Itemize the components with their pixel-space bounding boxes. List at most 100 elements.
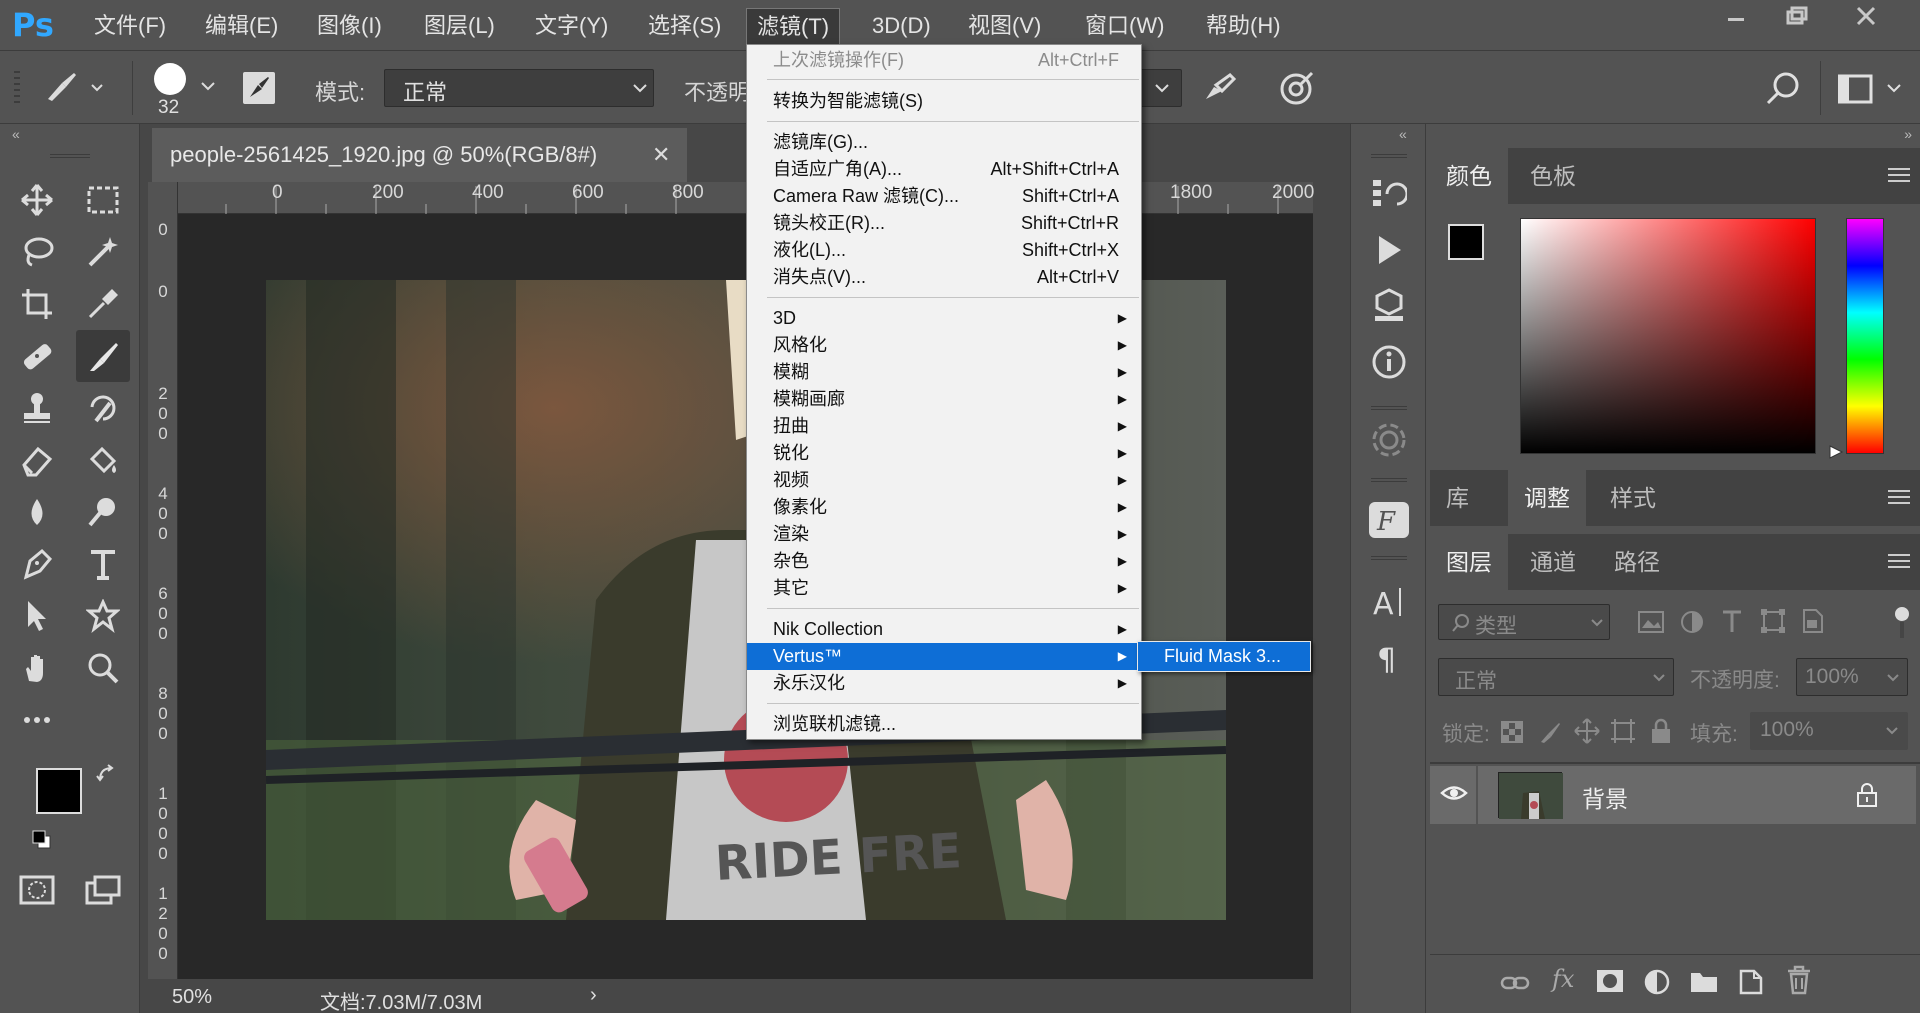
eyedropper-tool-icon[interactable] [78, 280, 128, 328]
menu-item-pixelate[interactable]: 像素化 ▶ [747, 494, 1141, 521]
menu-help[interactable]: 帮助(H) [1196, 8, 1291, 44]
zoom-tool-icon[interactable] [78, 644, 128, 692]
screen-mode-icon[interactable] [78, 866, 128, 914]
lock-all-icon[interactable] [1650, 718, 1672, 744]
menu-item-filter-gallery[interactable]: 滤镜库(G)... [747, 129, 1141, 156]
clone-stamp-tool-icon[interactable] [12, 384, 62, 432]
foreground-color-swatch[interactable] [36, 768, 82, 814]
lock-pixels-icon[interactable] [1538, 720, 1562, 744]
tab-color[interactable]: 颜色 [1430, 148, 1508, 204]
document-tab[interactable]: people-2561425_1920.jpg @ 50%(RGB/8#) ✕ [152, 128, 687, 182]
menu-layer[interactable]: 图层(L) [414, 8, 505, 44]
fonts-icon[interactable]: F [1367, 500, 1411, 540]
menu-item-distort[interactable]: 扭曲 ▶ [747, 413, 1141, 440]
info-icon[interactable] [1371, 344, 1407, 380]
close-window-button[interactable] [1836, 0, 1896, 34]
tab-swatches[interactable]: 色板 [1514, 148, 1592, 204]
menu-item-blur-gallery[interactable]: 模糊画廊 ▶ [747, 386, 1141, 413]
filter-image-icon[interactable] [1638, 610, 1664, 634]
brush-preset-icon[interactable] [40, 69, 110, 105]
menu-window[interactable]: 窗口(W) [1075, 8, 1174, 44]
paragraph-icon[interactable]: ¶ [1371, 640, 1407, 676]
default-colors-icon[interactable] [32, 830, 52, 850]
menu-item-video[interactable]: 视频 ▶ [747, 467, 1141, 494]
actions-play-icon[interactable] [1371, 232, 1407, 268]
marquee-tool-icon[interactable] [78, 176, 128, 224]
submenu-fluid-mask[interactable]: Fluid Mask 3... [1137, 641, 1311, 672]
new-group-icon[interactable] [1690, 969, 1718, 993]
brush-tool-icon[interactable] [76, 330, 130, 382]
close-tab-icon[interactable]: ✕ [652, 128, 670, 182]
filter-type-icon[interactable] [1720, 608, 1744, 634]
menu-item-adaptive-wide-angle[interactable]: 自适应广角(A)... Alt+Shift+Ctrl+A [747, 156, 1141, 183]
type-tool-icon[interactable] [78, 540, 128, 588]
collapse-toolbar-icon[interactable]: « [12, 126, 20, 142]
history-icon[interactable] [1371, 176, 1407, 212]
link-layers-icon[interactable] [1500, 971, 1530, 995]
panel-menu-icon[interactable] [1888, 168, 1910, 184]
fill-field[interactable]: 100% [1750, 712, 1908, 750]
menu-view[interactable]: 视图(V) [958, 8, 1051, 44]
new-adjustment-icon[interactable] [1644, 969, 1670, 995]
3d-icon[interactable] [1371, 288, 1407, 324]
filter-toggle[interactable] [1894, 606, 1910, 640]
minimize-button[interactable] [1706, 0, 1766, 34]
hue-slider-handle-icon[interactable] [1828, 444, 1844, 460]
shape-tool-icon[interactable] [78, 592, 128, 640]
blend-mode-select[interactable]: 正常 [1438, 658, 1674, 696]
mode-select[interactable]: 正常 [384, 69, 654, 107]
dodge-tool-icon[interactable] [78, 488, 128, 536]
workspace-icon[interactable] [1838, 73, 1904, 107]
menu-item-vanishing-point[interactable]: 消失点(V)... Alt+Ctrl+V [747, 264, 1141, 291]
menu-select[interactable]: 选择(S) [638, 8, 731, 44]
status-menu-arrow-icon[interactable]: › [590, 984, 597, 1007]
blur-tool-icon[interactable] [12, 488, 62, 536]
menu-type[interactable]: 文字(Y) [525, 8, 618, 44]
panel-menu-icon[interactable] [1888, 554, 1910, 570]
menu-item-yongle[interactable]: 永乐汉化 ▶ [747, 670, 1141, 697]
path-selection-tool-icon[interactable] [12, 592, 62, 640]
menu-item-blur[interactable]: 模糊 ▶ [747, 359, 1141, 386]
tab-libraries[interactable]: 库 [1430, 470, 1485, 526]
brush-panel-toggle-icon[interactable] [242, 71, 276, 105]
menu-item-vertus[interactable]: Vertus™ ▶ [747, 643, 1141, 670]
delete-layer-icon[interactable] [1786, 965, 1812, 995]
new-layer-icon[interactable] [1738, 967, 1764, 995]
opacity-field[interactable]: 100% [1796, 658, 1908, 696]
layer-filter-kind[interactable]: 类型 [1438, 604, 1610, 640]
lock-transparency-icon[interactable] [1500, 720, 1524, 744]
menu-filter[interactable]: 滤镜(T) [746, 8, 841, 44]
zoom-level[interactable]: 50% [172, 986, 212, 1009]
tab-channels[interactable]: 通道 [1514, 534, 1592, 590]
healing-brush-tool-icon[interactable] [12, 332, 62, 380]
menu-item-liquify[interactable]: 液化(L)... Shift+Ctrl+X [747, 237, 1141, 264]
swap-colors-icon[interactable] [96, 764, 118, 786]
hand-tool-icon[interactable] [12, 644, 62, 692]
menu-item-convert-smart[interactable]: 转换为智能滤镜(S) [747, 88, 1141, 115]
lasso-tool-icon[interactable] [12, 228, 62, 276]
menu-item-sharpen[interactable]: 锐化 ▶ [747, 440, 1141, 467]
lock-position-icon[interactable] [1574, 718, 1600, 744]
fx-icon[interactable]: fx [1552, 965, 1574, 993]
more-tools-icon[interactable] [12, 696, 62, 744]
tab-layers[interactable]: 图层 [1430, 534, 1508, 590]
eye-icon[interactable] [1440, 782, 1468, 804]
filter-adjustment-icon[interactable] [1680, 610, 1704, 634]
menu-edit[interactable]: 编辑(E) [195, 8, 288, 44]
menu-item-3d[interactable]: 3D ▶ [747, 305, 1141, 332]
history-brush-tool-icon[interactable] [78, 384, 128, 432]
tab-styles[interactable]: 样式 [1594, 470, 1672, 526]
quick-mask-icon[interactable] [12, 866, 62, 914]
menu-item-browse-online[interactable]: 浏览联机滤镜... [747, 711, 1141, 738]
restore-button[interactable] [1766, 0, 1826, 34]
pressure-size-icon[interactable] [1278, 69, 1318, 109]
menu-item-other[interactable]: 其它 ▶ [747, 575, 1141, 602]
character-icon[interactable]: A [1371, 584, 1407, 620]
menu-item-camera-raw[interactable]: Camera Raw 滤镜(C)... Shift+Ctrl+A [747, 183, 1141, 210]
eraser-tool-icon[interactable] [12, 436, 62, 484]
flow-dropdown[interactable] [1140, 69, 1182, 107]
menu-item-render[interactable]: 渲染 ▶ [747, 521, 1141, 548]
crop-tool-icon[interactable] [12, 280, 62, 328]
color-field[interactable] [1520, 218, 1816, 454]
filter-shape-icon[interactable] [1760, 608, 1786, 634]
